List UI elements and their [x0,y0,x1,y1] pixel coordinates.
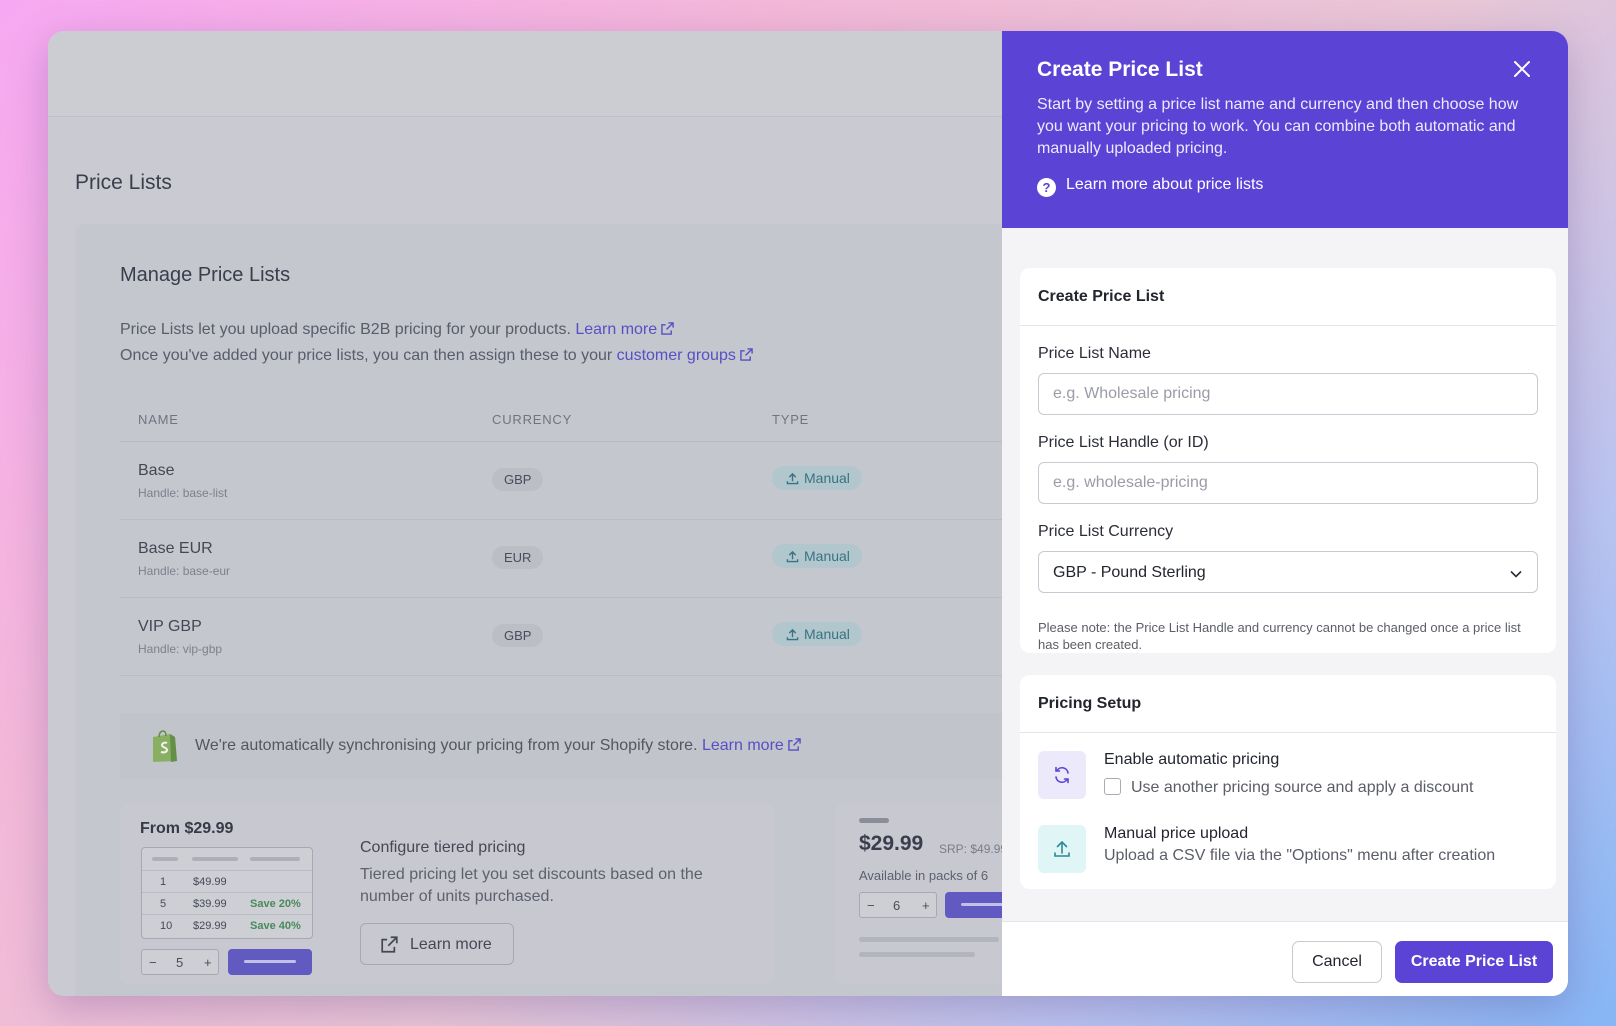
manual-upload-title: Manual price upload [1104,825,1249,842]
drawer-footer: Cancel Create Price List [1002,921,1568,996]
pricing-setup-panel: Pricing Setup Enable automatic pricing U… [1020,675,1556,889]
close-icon[interactable] [1511,58,1533,80]
cancel-button[interactable]: Cancel [1292,941,1382,983]
handle-currency-note: Please note: the Price List Handle and c… [1038,620,1521,652]
learn-more-price-lists-link[interactable]: ? Learn more about price lists [1037,176,1263,197]
chevron-down-icon [1510,570,1522,578]
price-list-name-input[interactable] [1038,373,1538,415]
form-section-title: Create Price List [1020,268,1556,326]
create-price-list-button[interactable]: Create Price List [1395,941,1553,983]
drawer-header: Create Price List Start by setting a pri… [1002,31,1568,228]
price-list-currency-select[interactable]: GBP - Pound Sterling [1038,551,1538,593]
auto-pricing-option[interactable]: Use another pricing source and apply a d… [1104,778,1473,797]
price-list-handle-label: Price List Handle (or ID) [1038,434,1209,451]
auto-pricing-icon-tile [1038,751,1086,799]
price-list-name-label: Price List Name [1038,345,1151,362]
drawer-title: Create Price List [1037,58,1203,81]
auto-pricing-checkbox[interactable] [1104,778,1121,795]
pricing-section-title: Pricing Setup [1020,675,1556,733]
upload-icon [1054,840,1070,857]
price-list-currency-label: Price List Currency [1038,523,1174,540]
currency-selected-value: GBP - Pound Sterling [1053,564,1206,581]
create-price-list-drawer: Create Price List Start by setting a pri… [1002,31,1568,996]
manual-upload-icon-tile [1038,825,1086,873]
auto-pricing-title: Enable automatic pricing [1104,751,1280,768]
manual-upload-description: Upload a CSV file via the "Options" menu… [1104,847,1496,864]
drawer-description: Start by setting a price list name and c… [1037,96,1519,157]
help-icon: ? [1037,178,1056,197]
refresh-icon [1055,766,1069,784]
price-list-handle-input[interactable] [1038,462,1538,504]
create-price-list-form: Create Price List Price List Name Price … [1020,268,1556,653]
